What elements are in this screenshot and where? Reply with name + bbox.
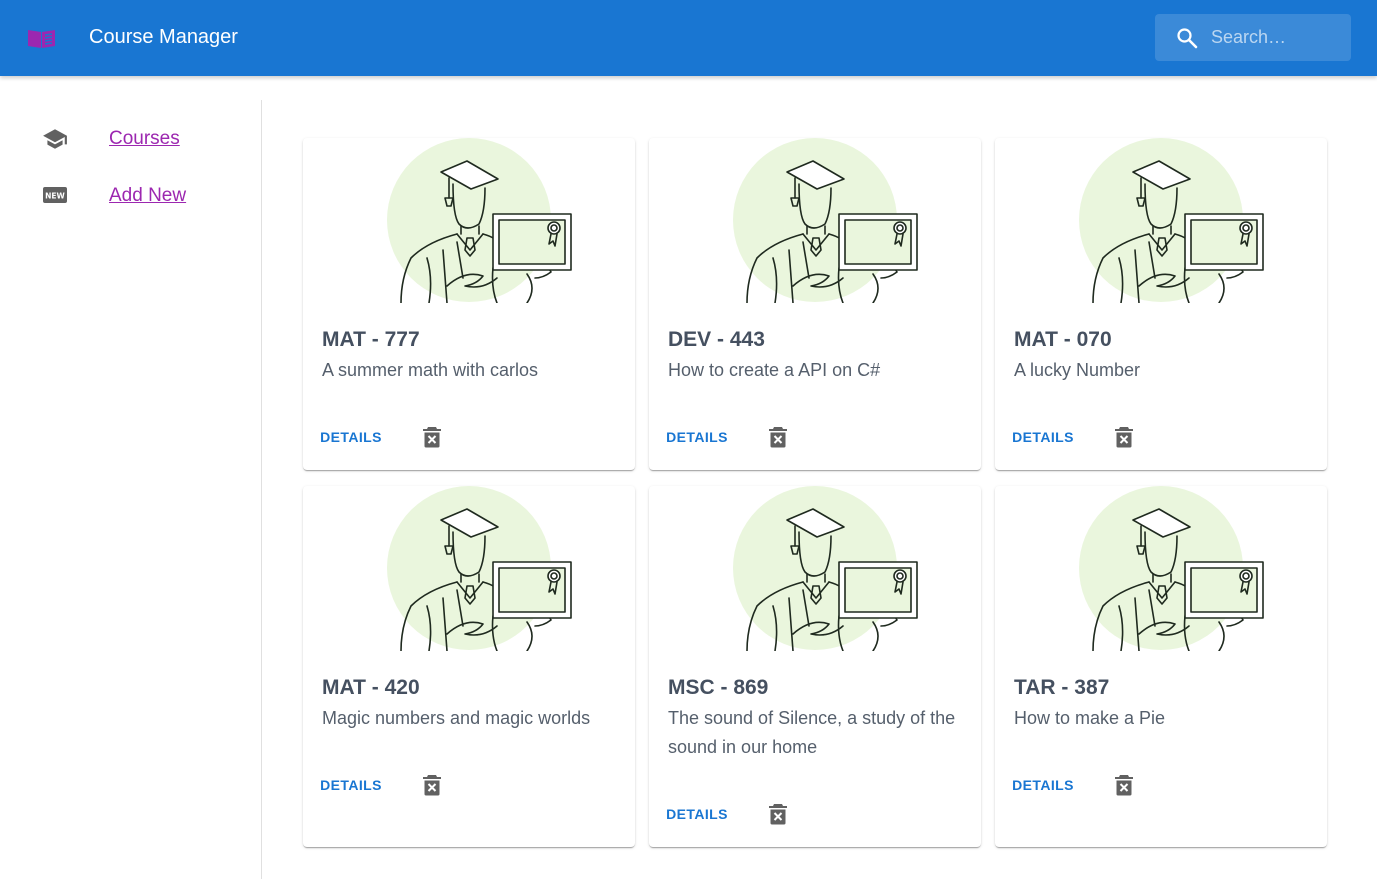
course-description: The sound of Silence, a study of the sou… — [668, 708, 956, 757]
course-card: MAT - 070 A lucky Number DETAILS — [995, 138, 1327, 470]
school-icon — [43, 129, 67, 149]
graduate-illustration — [1079, 138, 1269, 303]
delete-forever-icon — [1115, 775, 1133, 796]
delete-button[interactable] — [1108, 769, 1140, 801]
delete-button[interactable] — [1108, 421, 1140, 453]
details-button[interactable]: DETAILS — [1005, 419, 1081, 455]
app-bar: Course Manager — [0, 0, 1377, 76]
delete-forever-icon — [769, 427, 787, 448]
details-button[interactable]: DETAILS — [313, 419, 389, 455]
delete-forever-icon — [1115, 427, 1133, 448]
course-code: MAT - 070 — [1014, 328, 1112, 351]
course-card: TAR - 387 How to make a Pie DETAILS — [995, 486, 1327, 847]
details-button[interactable]: DETAILS — [313, 767, 389, 803]
course-card: MSC - 869 The sound of Silence, a study … — [649, 486, 981, 847]
card-media — [995, 486, 1327, 651]
course-code: MAT - 777 — [322, 328, 420, 351]
course-code: MAT - 420 — [322, 676, 420, 699]
graduate-illustration — [733, 486, 923, 651]
delete-button[interactable] — [762, 421, 794, 453]
sidebar-item-add-new[interactable]: NEW Add New — [0, 176, 261, 216]
card-media — [649, 486, 981, 651]
delete-forever-icon — [769, 804, 787, 825]
course-description: Magic numbers and magic worlds — [322, 708, 591, 728]
sidebar-item-label[interactable]: Add New — [109, 184, 186, 208]
delete-button[interactable] — [416, 421, 448, 453]
course-card: DEV - 443 How to create a API on C# DETA… — [649, 138, 981, 470]
graduate-illustration — [1079, 486, 1269, 651]
svg-text:NEW: NEW — [45, 192, 65, 201]
details-button[interactable]: DETAILS — [659, 796, 735, 832]
graduate-illustration — [387, 138, 577, 303]
search-input[interactable] — [1211, 24, 1343, 51]
details-button[interactable]: DETAILS — [659, 419, 735, 455]
delete-button[interactable] — [416, 769, 448, 801]
course-code: TAR - 387 — [1014, 676, 1110, 699]
graduate-illustration — [387, 486, 577, 651]
course-description: A summer math with carlos — [322, 360, 539, 380]
search-icon — [1177, 28, 1198, 49]
course-description: How to create a API on C# — [668, 360, 881, 380]
course-code: DEV - 443 — [668, 328, 765, 351]
search-box[interactable] — [1155, 14, 1351, 61]
delete-forever-icon — [423, 775, 441, 796]
sidebar: Courses NEW Add New — [0, 100, 262, 879]
course-card: MAT - 420 Magic numbers and magic worlds… — [303, 486, 635, 847]
course-description: How to make a Pie — [1014, 708, 1166, 728]
card-media — [303, 138, 635, 303]
course-card: MAT - 777 A summer math with carlos DETA… — [303, 138, 635, 470]
app-title: Course Manager — [89, 26, 238, 48]
card-media — [649, 138, 981, 303]
new-badge-icon: NEW — [43, 187, 67, 203]
sidebar-item-label[interactable]: Courses — [109, 127, 180, 151]
card-media — [995, 138, 1327, 303]
details-button[interactable]: DETAILS — [1005, 767, 1081, 803]
graduate-illustration — [733, 138, 923, 303]
book-icon[interactable] — [27, 27, 56, 49]
delete-button[interactable] — [762, 798, 794, 830]
card-media — [303, 486, 635, 651]
delete-forever-icon — [423, 427, 441, 448]
course-description: A lucky Number — [1014, 360, 1141, 380]
sidebar-item-courses[interactable]: Courses — [0, 119, 261, 159]
course-code: MSC - 869 — [668, 676, 769, 699]
